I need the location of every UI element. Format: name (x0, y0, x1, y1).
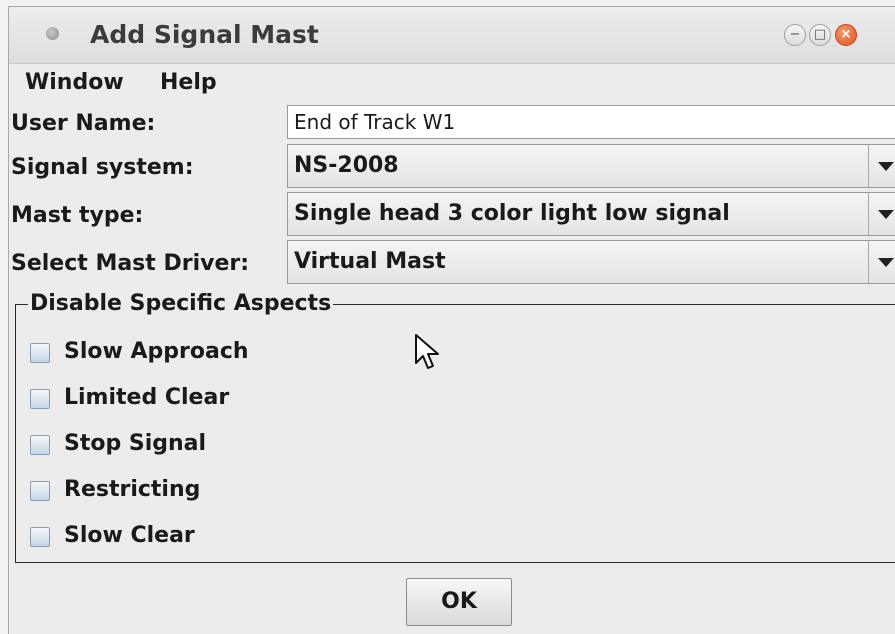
disable-aspects-group: Disable Specific Aspects Slow Approach L… (15, 291, 895, 563)
mast-type-label: Mast type: (11, 203, 144, 228)
menu-window[interactable]: Window (25, 70, 124, 95)
user-name-label: User Name: (11, 111, 156, 136)
checkbox-label: Stop Signal (64, 431, 207, 456)
mast-type-value: Single head 3 color light low signal (294, 201, 730, 226)
mouse-pointer-icon (415, 334, 439, 369)
checkbox-label: Restricting (64, 477, 201, 502)
chevron-down-icon[interactable] (868, 145, 895, 187)
mast-type-select[interactable]: Single head 3 color light low signal (287, 192, 895, 236)
checkbox[interactable] (30, 435, 50, 455)
group-title: Disable Specific Aspects (28, 291, 334, 316)
menu-bar: Window Help (9, 64, 895, 102)
ok-button[interactable]: OK (406, 578, 512, 626)
maximize-icon[interactable]: □ (809, 24, 831, 46)
checkbox-label: Slow Clear (64, 523, 195, 548)
signal-system-value: NS-2008 (294, 153, 399, 178)
minimize-icon[interactable]: − (784, 24, 806, 46)
window-title: Add Signal Mast (90, 20, 319, 49)
user-name-input[interactable]: End of Track W1 (287, 105, 895, 139)
checkbox[interactable] (30, 527, 50, 547)
chevron-down-icon[interactable] (868, 193, 895, 235)
signal-system-label: Signal system: (11, 155, 194, 180)
mast-driver-label: Select Mast Driver: (11, 251, 250, 276)
mast-driver-value: Virtual Mast (294, 249, 446, 274)
window-menu-icon[interactable] (46, 27, 59, 40)
checkbox[interactable] (30, 481, 50, 501)
menu-help[interactable]: Help (160, 70, 217, 95)
title-bar[interactable]: Add Signal Mast − □ × (9, 7, 895, 64)
mast-driver-select[interactable]: Virtual Mast (287, 240, 895, 284)
chevron-down-icon[interactable] (868, 241, 895, 283)
signal-system-select[interactable]: NS-2008 (287, 144, 895, 188)
add-signal-mast-window: Add Signal Mast − □ × Window Help User N… (8, 6, 895, 634)
close-icon[interactable]: × (835, 24, 857, 46)
checkbox[interactable] (30, 343, 50, 363)
checkbox[interactable] (30, 389, 50, 409)
checkbox-label: Limited Clear (64, 385, 230, 410)
checkbox-label: Slow Approach (64, 339, 249, 364)
